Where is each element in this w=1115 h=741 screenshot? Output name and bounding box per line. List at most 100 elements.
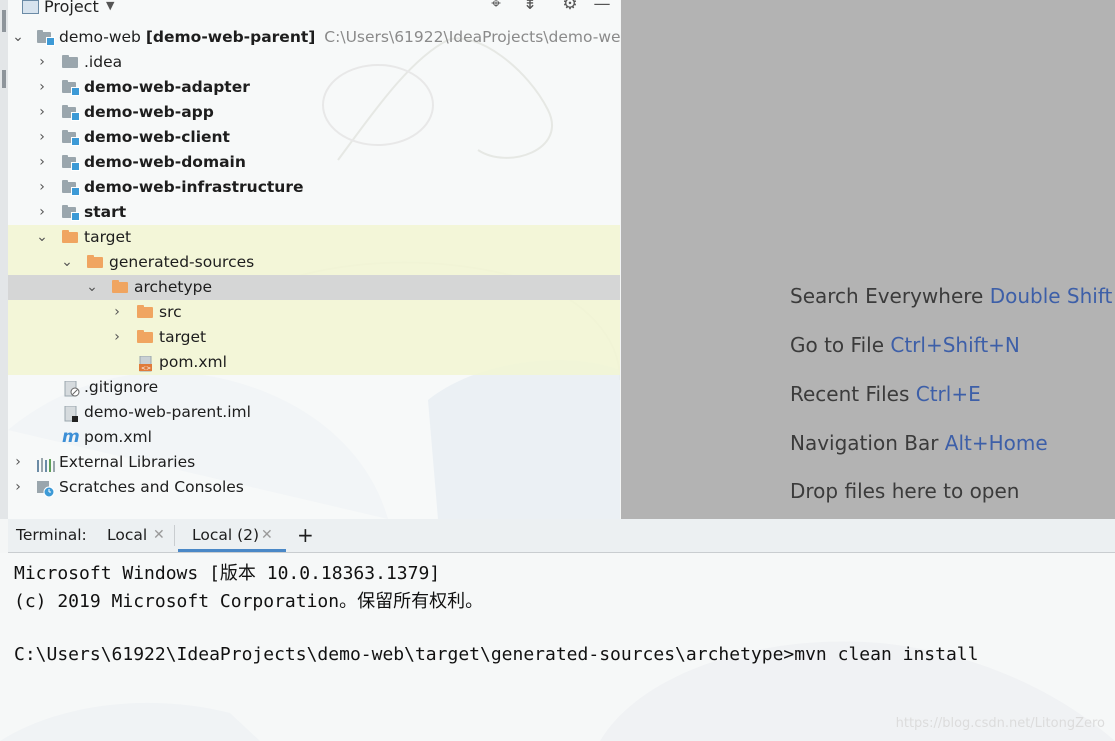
project-panel-title[interactable]: Project (44, 0, 99, 16)
tree-item-external-libraries[interactable]: › External Libraries (8, 450, 620, 475)
chevron-down-icon[interactable]: ⌄ (60, 250, 74, 275)
tree-item-demo-web-domain[interactable]: › demo-web-domain (8, 150, 620, 175)
locate-icon[interactable]: ⌖ (486, 0, 506, 14)
tab-local[interactable]: Local (107, 519, 147, 552)
xml-file-icon: <> (139, 355, 152, 372)
tree-item-pom-xml-root[interactable]: m pom.xml (8, 425, 620, 450)
chevron-right-icon[interactable]: › (35, 200, 49, 225)
chevron-right-icon[interactable]: › (110, 325, 124, 350)
tree-item-label: Scratches and Consoles (59, 478, 244, 496)
tab-local-2[interactable]: Local (2) (192, 519, 259, 552)
collapse-all-icon[interactable]: ⇟ (520, 0, 540, 14)
tree-item-label: .idea (84, 53, 123, 71)
tree-item-label: pom.xml (84, 428, 152, 446)
shortcut: Alt+Home (944, 431, 1048, 455)
tree-item-demo-web-client[interactable]: › demo-web-client (8, 125, 620, 150)
tree-item-root[interactable]: ⌄ demo-web [demo-web-parent] C:\Users\61… (8, 25, 620, 50)
chevron-down-icon[interactable]: ⌄ (35, 225, 49, 250)
add-tab-button[interactable]: + (297, 519, 314, 552)
tree-item-label: src (159, 303, 182, 321)
folder-icon (62, 55, 78, 68)
minimize-icon[interactable]: — (592, 0, 612, 14)
chevron-right-icon[interactable]: › (11, 475, 25, 500)
tree-item-label: archetype (134, 278, 213, 296)
module-icon (62, 130, 80, 146)
tab-divider (174, 525, 175, 546)
tree-item-label: target (159, 328, 207, 346)
chevron-right-icon[interactable]: › (110, 300, 124, 325)
excluded-folder-icon (112, 280, 128, 293)
project-tool-window: Project ▼ ⌖ ⇟ ⚙ — ⌄ demo-web [demo-web-p… (8, 0, 620, 519)
module-icon (62, 155, 80, 171)
chevron-right-icon[interactable]: › (35, 150, 49, 175)
module-icon (62, 80, 80, 96)
tree-item-label: demo-web (59, 28, 141, 46)
terminal-tab-bar: Terminal: Local ✕ Local (2) ✕ + (8, 519, 1115, 553)
hint-drop-files: Drop files here to open (790, 479, 1020, 503)
chevron-right-icon[interactable]: › (35, 50, 49, 75)
excluded-folder-icon (137, 330, 153, 343)
tree-item-label: generated-sources (109, 253, 255, 271)
gear-icon[interactable]: ⚙ (560, 0, 580, 14)
tree-item-archetype[interactable]: ⌄ archetype (8, 275, 620, 300)
tree-item-label: demo-web-client (84, 128, 230, 146)
hint-navigation-bar: Navigation Bar Alt+Home (790, 431, 1048, 455)
tree-item-demo-web-infrastructure[interactable]: › demo-web-infrastructure (8, 175, 620, 200)
module-icon (62, 180, 80, 196)
maven-icon: m (62, 427, 80, 447)
svg-text:<>: <> (141, 365, 151, 372)
tree-item-path: C:\Users\61922\IdeaProjects\demo-web (324, 28, 620, 46)
tree-item-label: demo-web-app (84, 103, 214, 121)
tree-item-demo-web-app[interactable]: › demo-web-app (8, 100, 620, 125)
close-icon[interactable]: ✕ (261, 519, 273, 552)
tree-item-start[interactable]: › start (8, 200, 620, 225)
shortcut: Double Shift (989, 284, 1113, 308)
tree-item-label: start (84, 203, 127, 221)
tree-item-label: demo-web-parent.iml (84, 403, 251, 421)
chevron-right-icon[interactable]: › (35, 100, 49, 125)
scratches-icon (37, 480, 55, 505)
tree-item-target-inner[interactable]: › target (8, 325, 620, 350)
active-tab-indicator (178, 549, 286, 552)
iml-file-icon (64, 405, 78, 422)
project-panel-header: Project ▼ ⌖ ⇟ ⚙ — (8, 0, 620, 22)
excluded-folder-icon (87, 255, 103, 268)
close-icon[interactable]: ✕ (153, 519, 165, 552)
tool-window-stripe[interactable] (2, 10, 6, 32)
tree-item-label: .gitignore (84, 378, 159, 396)
chevron-down-icon[interactable]: ⌄ (85, 275, 99, 300)
chevron-down-icon[interactable]: ⌄ (11, 25, 25, 50)
tree-item-scratches[interactable]: › Scratches and Consoles (8, 475, 620, 500)
tree-item-module-name: [demo-web-parent] (145, 28, 316, 46)
tree-item-label: target (84, 228, 132, 246)
project-folder-icon (22, 0, 39, 14)
editor-empty-area[interactable]: Search Everywhere Double Shift Go to Fil… (621, 0, 1115, 519)
tree-item-pom-xml-archetype[interactable]: <> pom.xml (8, 350, 620, 375)
tool-window-stripe[interactable] (2, 70, 6, 88)
tree-item-idea[interactable]: › .idea (8, 50, 620, 75)
watermark: https://blog.csdn.net/LitongZero (895, 716, 1105, 731)
gitignore-file-icon (64, 380, 80, 397)
tree-item-gitignore[interactable]: .gitignore (8, 375, 620, 400)
chevron-down-icon[interactable]: ▼ (106, 0, 114, 12)
shortcut: Ctrl+Shift+N (890, 333, 1020, 357)
tree-item-label: External Libraries (59, 453, 196, 471)
tree-item-target[interactable]: ⌄ target (8, 225, 620, 250)
shortcut: Ctrl+E (915, 382, 981, 406)
module-icon (37, 30, 55, 46)
tree-item-label: demo-web-domain (84, 153, 246, 171)
terminal-line: (c) 2019 Microsoft Corporation。保留所有权利。 (14, 591, 484, 612)
terminal-output[interactable]: Microsoft Windows [版本 10.0.18363.1379] (… (0, 553, 1115, 741)
tree-item-generated-sources[interactable]: ⌄ generated-sources (8, 250, 620, 275)
hint-search-everywhere: Search Everywhere Double Shift (790, 284, 1113, 308)
chevron-right-icon[interactable]: › (35, 125, 49, 150)
terminal-label: Terminal: (16, 526, 87, 544)
hint-go-to-file: Go to File Ctrl+Shift+N (790, 333, 1020, 357)
terminal-line: Microsoft Windows [版本 10.0.18363.1379] (14, 563, 441, 584)
chevron-right-icon[interactable]: › (35, 75, 49, 100)
chevron-right-icon[interactable]: › (35, 175, 49, 200)
chevron-right-icon[interactable]: › (11, 450, 25, 475)
tree-item-demo-web-adapter[interactable]: › demo-web-adapter (8, 75, 620, 100)
tree-item-src[interactable]: › src (8, 300, 620, 325)
tree-item-iml[interactable]: demo-web-parent.iml (8, 400, 620, 425)
